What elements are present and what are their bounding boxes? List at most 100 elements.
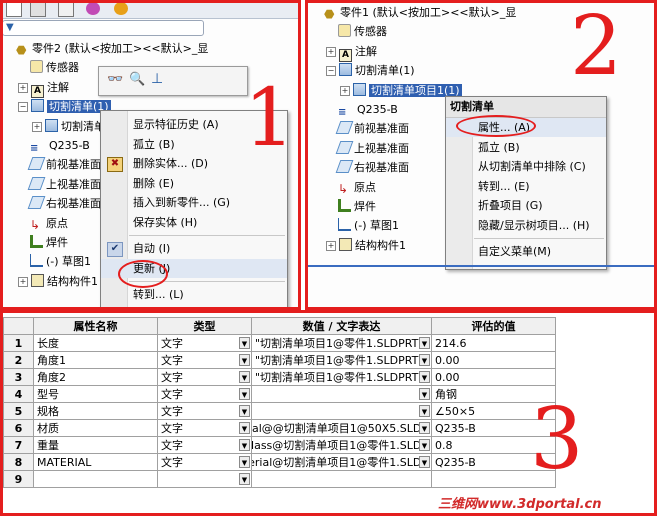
menu-item[interactable]: 保存实体 (H)	[101, 213, 287, 232]
dropdown-arrow-icon[interactable]: ▼	[239, 439, 250, 451]
type-cell[interactable]: 文字 ▼	[157, 351, 252, 369]
dropdown-arrow-icon[interactable]: ▼	[419, 354, 430, 366]
tree-item[interactable]: 右视基准面	[326, 159, 409, 177]
tree-item[interactable]: ≡ Q235-B	[18, 137, 90, 155]
menu-item[interactable]: 删除 (E)	[101, 174, 287, 193]
tree-item[interactable]: + A 注解	[326, 43, 377, 62]
tree-item[interactable]: ⬣ 零件1 (默认<按加工><<默认>_显	[312, 4, 516, 22]
expression-cell[interactable]: "切割清单项目1@零件1.SLDPRT" ▼	[251, 351, 432, 369]
tree-item[interactable]: 上视基准面	[326, 140, 409, 158]
expand-icon[interactable]: +	[326, 46, 336, 57]
tree-item[interactable]: 右视基准面	[18, 195, 101, 213]
tree-item[interactable]: ↳ 原点	[326, 179, 376, 197]
expand-icon[interactable]: +	[340, 85, 350, 96]
expression-cell[interactable]: "SW-Material@@切割清单项目1@50X5.SLDP▼	[251, 419, 432, 437]
expand-icon[interactable]: +	[18, 82, 28, 93]
property-name-cell[interactable]: 角度1	[33, 351, 158, 369]
tree-item[interactable]: ≡ Q235-B	[326, 101, 398, 119]
property-tab-icon[interactable]	[30, 2, 46, 17]
dropdown-arrow-icon[interactable]: ▼	[419, 439, 430, 451]
dropdown-arrow-icon[interactable]: ▼	[419, 337, 430, 349]
dropdown-arrow-icon[interactable]: ▼	[239, 371, 250, 383]
property-name-cell[interactable]: 规格	[33, 402, 158, 420]
zoom-to-selection-icon[interactable]: 🔍	[129, 72, 145, 87]
tree-item[interactable]: 上视基准面	[18, 176, 101, 194]
property-name-cell[interactable]: MATERIAL	[33, 453, 158, 471]
expression-cell[interactable]: ▼	[251, 385, 432, 403]
display-tab-icon[interactable]	[114, 2, 128, 15]
dropdown-arrow-icon[interactable]: ▼	[239, 405, 250, 417]
property-name-cell[interactable]: 长度	[33, 334, 158, 352]
tree-item[interactable]: + 结构构件1	[18, 273, 98, 291]
expression-cell[interactable]: "切割清单项目1@零件1.SLDPRT" ▼	[251, 334, 432, 352]
type-cell[interactable]: 文字 ▼	[157, 334, 252, 352]
type-cell[interactable]: 文字 ▼	[157, 419, 252, 437]
col-header-expression[interactable]: 数值 / 文字表达	[251, 317, 432, 335]
dropdown-arrow-icon[interactable]: ▼	[419, 422, 430, 434]
tree-item[interactable]: 焊件	[326, 198, 376, 216]
show-icon[interactable]: 👓	[107, 72, 123, 87]
tree-item[interactable]: 前视基准面	[326, 120, 409, 138]
type-cell[interactable]: 文字 ▼	[157, 385, 252, 403]
expression-cell[interactable]	[251, 470, 432, 488]
dropdown-arrow-icon[interactable]: ▼	[239, 422, 250, 434]
dropdown-arrow-icon[interactable]: ▼	[239, 354, 250, 366]
property-name-cell[interactable]: 重量	[33, 436, 158, 454]
type-cell[interactable]: 文字 ▼	[157, 368, 252, 386]
expand-icon[interactable]: +	[32, 121, 42, 132]
dropdown-arrow-icon[interactable]: ▼	[419, 405, 430, 417]
tree-item[interactable]: − 切割清单(1)	[326, 62, 415, 80]
tree-item[interactable]: 传感器	[18, 59, 79, 77]
property-name-cell[interactable]: 型号	[33, 385, 158, 403]
type-cell[interactable]: 文字 ▼	[157, 453, 252, 471]
expand-icon[interactable]: +	[18, 276, 28, 287]
tree-item[interactable]: 传感器	[326, 23, 387, 41]
col-header-type[interactable]: 类型	[157, 317, 252, 335]
tree-item[interactable]: − 切割清单(1)	[18, 98, 111, 116]
collapse-icon[interactable]: −	[18, 102, 28, 113]
tree-item[interactable]: + 切割清单	[32, 118, 105, 136]
menu-item[interactable]: 孤立 (B)	[446, 138, 606, 157]
expression-cell[interactable]: "切割清单项目1@零件1.SLDPRT" ▼	[251, 368, 432, 386]
menu-item[interactable]: 插入到新零件... (G)	[101, 193, 287, 212]
type-cell[interactable]: 文字 ▼	[157, 402, 252, 420]
dropdown-arrow-icon[interactable]: ▼	[419, 371, 430, 383]
tree-item[interactable]: ↳ 原点	[18, 215, 68, 233]
expand-icon[interactable]: +	[326, 240, 336, 251]
property-name-cell[interactable]: 角度2	[33, 368, 158, 386]
dropdown-arrow-icon[interactable]: ▼	[419, 388, 430, 400]
tree-item[interactable]: + A 注解	[18, 79, 69, 98]
normal-to-icon[interactable]: ⊥	[151, 71, 163, 87]
dropdown-arrow-icon[interactable]: ▼	[239, 337, 250, 349]
expression-cell[interactable]: "SW-Mass@切割清单项目1@零件1.SLDP▼	[251, 436, 432, 454]
property-name-cell[interactable]	[33, 470, 158, 488]
dimxpert-tab-icon[interactable]	[86, 2, 100, 15]
dropdown-arrow-icon[interactable]: ▼	[239, 456, 250, 468]
dropdown-arrow-icon[interactable]: ▼	[419, 456, 430, 468]
type-cell[interactable]: 文字 ▼	[157, 436, 252, 454]
menu-item[interactable]: 自定义菜单(M)	[446, 242, 606, 261]
menu-item[interactable]: 折叠项目 (G)	[446, 196, 606, 215]
config-tab-icon[interactable]	[58, 2, 74, 17]
dropdown-arrow-icon[interactable]: ▼	[239, 473, 250, 485]
tree-item[interactable]: (-) 草图1	[18, 253, 91, 271]
tree-item[interactable]: 前视基准面	[18, 156, 101, 174]
menu-item[interactable]: ✔ 自动 (I)	[101, 239, 287, 258]
property-name-cell[interactable]: 材质	[33, 419, 158, 437]
expression-cell[interactable]: ▼	[251, 402, 432, 420]
menu-item[interactable]: 转到... (L)	[101, 285, 287, 304]
tree-item[interactable]: + 结构构件1	[326, 237, 406, 255]
menu-item[interactable]: 从切割清单中排除 (C)	[446, 157, 606, 176]
expression-cell[interactable]: "SW-Material@切割清单项目1@零件1.SLDP▼	[251, 453, 432, 471]
menu-item[interactable]: 隐藏/显示树项目... (H)	[446, 216, 606, 235]
feature-tree-tab-icon[interactable]	[6, 2, 22, 17]
tree-item[interactable]: (-) 草图1	[326, 217, 399, 235]
type-cell[interactable]: ▼	[157, 470, 252, 488]
col-header-evaluated-value[interactable]: 评估的值	[431, 317, 556, 335]
dropdown-arrow-icon[interactable]: ▼	[239, 388, 250, 400]
tree-item[interactable]: 焊件	[18, 234, 68, 252]
filter-bar[interactable]: ▼	[2, 20, 204, 36]
collapse-icon[interactable]: −	[326, 66, 336, 77]
tree-item[interactable]: + 切割清单项目1(1)	[340, 82, 462, 100]
tree-item[interactable]: ⬣ 零件2 (默认<按加工><<默认>_显	[4, 40, 208, 58]
